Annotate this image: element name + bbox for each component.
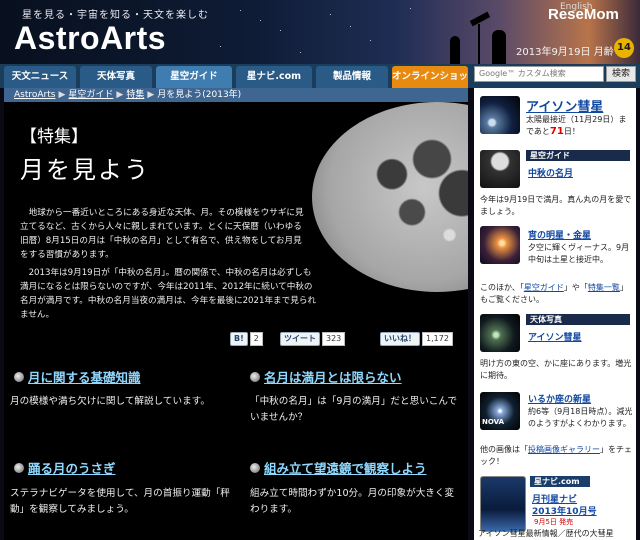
moon-bullet-icon — [250, 463, 260, 473]
search-button[interactable]: 検索 — [606, 66, 636, 82]
site-header: 星を見る・宇宙を知る・天文を楽しむ AstroArts English Rese… — [0, 0, 640, 64]
facebook-like[interactable]: いいね！ 1,172 — [380, 332, 453, 346]
photo-text: 明け方の東の空、かに座にあります。増光に期待。 — [480, 359, 632, 380]
tweet-button[interactable]: ツイート 323 — [280, 332, 346, 346]
full-moon-image — [312, 102, 468, 292]
section-desc-meigetsu: 「中秋の名月」は「9月の満月」だと思いこんでいませんか？ — [250, 396, 458, 423]
search-input[interactable]: Google™ カスタム検索 — [474, 66, 604, 82]
guide-link-meigetsu[interactable]: 中秋の名月 — [528, 166, 573, 179]
tripod-silhouette — [478, 24, 480, 64]
photo-link-ison[interactable]: アイソン彗星 — [528, 330, 582, 343]
venus-link[interactable]: 宵の明星・金星 — [528, 228, 591, 241]
breadcrumb-separator: ▶ — [116, 90, 124, 100]
breadcrumb-current: 月を見よう(2013年) — [157, 90, 242, 100]
hatena-bookmark[interactable]: B! 2 — [230, 332, 263, 346]
breadcrumb-feature[interactable]: 特集 — [126, 90, 144, 100]
comet-image[interactable] — [480, 96, 520, 134]
page-title: 月を見よう — [20, 156, 150, 184]
resemom-watermark: ReseMom — [548, 6, 619, 23]
observer-silhouette-2 — [450, 36, 460, 64]
moon-bullet-icon — [14, 372, 24, 382]
section-desc-basics: 月の模様や満ち欠けに関して解説しています。 — [10, 396, 210, 407]
section-link-meigetsu[interactable]: 名月は満月とは限らない — [264, 367, 402, 386]
sidebar: アイソン彗星 太陽最接近（11月29日）まであと71日！ 星空ガイド 中秋の名月… — [474, 88, 636, 540]
breadcrumb-sky-guide[interactable]: 星空ガイド — [68, 90, 113, 100]
breadcrumb: AstroArts ▶ 星空ガイド ▶ 特集 ▶ 月を見よう(2013年) — [4, 88, 468, 102]
moon-bullet-icon — [14, 463, 24, 473]
section-link-basics[interactable]: 月に関する基礎知識 — [28, 367, 141, 386]
feature-label: 【特集】 — [20, 127, 88, 147]
gallery-note: 他の画像は「投稿画像ギャラリー」をチェック！ — [480, 444, 634, 468]
photo-tag: 天体写真 — [526, 314, 630, 325]
guide-moon-image[interactable] — [480, 150, 520, 188]
section-link-libration[interactable]: 踊る月のうさぎ — [28, 458, 116, 477]
section-desc-telescope: 組み立て時間わずか10分。月の印象が大きく変わります。 — [250, 488, 455, 515]
tab-hoshinavi[interactable]: 星ナビ.com — [236, 66, 312, 88]
hatena-count: 2 — [249, 332, 263, 346]
tab-online-shop[interactable]: オンラインショップ — [392, 66, 468, 104]
feature-list-link[interactable]: 特集一覧 — [588, 283, 620, 292]
moon-bullet-icon — [250, 372, 260, 382]
tab-news[interactable]: 天文ニュース — [4, 66, 76, 88]
intro-paragraph-1: 地球から一番近いところにある身近な天体、月。その模様をウサギに見立てるなど、古く… — [20, 208, 304, 260]
observer-silhouette — [492, 30, 506, 64]
guide-tag: 星空ガイド — [526, 150, 630, 161]
like-count: 1,172 — [422, 332, 453, 346]
ison-comet-link[interactable]: アイソン彗星 — [526, 96, 603, 115]
gallery-link[interactable]: 投稿画像ギャラリー — [528, 445, 600, 454]
nova-text: 約6等（9月18日時点）。減光のようすがよくわかります。 — [528, 407, 633, 428]
more-text-pre: このほか、「 — [480, 283, 524, 292]
guide-text: 今年は9月19日で満月。真ん丸の月を愛でましょう。 — [480, 195, 632, 216]
tab-sky-guide[interactable]: 星空ガイド — [156, 66, 232, 88]
venus-image[interactable] — [480, 226, 520, 264]
nova-image[interactable]: NOVA — [480, 392, 520, 430]
breadcrumb-home[interactable]: AstroArts — [14, 90, 55, 100]
magazine-release: 9月5日 発売 — [534, 518, 574, 526]
nova-label: NOVA — [482, 418, 504, 426]
nova-link[interactable]: いるか座の新星 — [528, 392, 591, 405]
ison-photo-image[interactable] — [480, 314, 520, 352]
intro-paragraph-2: 2013年は9月19日が「中秋の名月」。暦の関係で、中秋の名月は必ずしも満月にな… — [20, 268, 317, 320]
ison-countdown: 太陽最接近（11月29日）まであと71日！ — [526, 114, 634, 138]
section-link-telescope[interactable]: 組み立て望遠鏡で観察しよう — [264, 458, 427, 477]
ison-days: 71 — [549, 126, 564, 137]
section-desc-libration: ステラナビゲータを使用して、月の首振り運動「秤動」を観察してみましょう。 — [10, 488, 230, 515]
hoshinavi-logo[interactable]: 星ナビ.com — [530, 476, 590, 487]
ison-text-post: 日！ — [563, 127, 580, 136]
tab-photos[interactable]: 天体写真 — [80, 66, 152, 88]
site-tagline: 星を見る・宇宙を知る・天文を楽しむ — [22, 10, 209, 21]
magazine-text: アイソン彗星最新情報／歴代の大彗星 — [478, 529, 614, 538]
breadcrumb-separator: ▶ — [58, 90, 66, 100]
tweet-count: 323 — [322, 332, 346, 346]
site-logo[interactable]: AstroArts — [14, 20, 166, 57]
twitter-icon[interactable]: ツイート — [280, 332, 320, 346]
more-links: このほか、「星空ガイド」や「特集一覧」もご覧ください。 — [480, 282, 634, 306]
breadcrumb-separator: ▶ — [147, 90, 155, 100]
moon-age-badge: 14 — [614, 38, 634, 58]
venus-text: 夕空に輝くヴィーナス。9月中旬は土星と接近中。 — [528, 243, 630, 264]
sky-guide-link[interactable]: 星空ガイド — [524, 283, 564, 292]
magazine-cover-image[interactable] — [480, 476, 526, 532]
header-date: 2013年9月19日 月齢 — [516, 47, 614, 58]
hatena-icon[interactable]: B! — [230, 332, 248, 346]
tab-products[interactable]: 製品情報 — [316, 66, 388, 88]
gallery-text-pre: 他の画像は「 — [480, 445, 528, 454]
more-text-mid: 」や「 — [563, 283, 588, 292]
like-icon[interactable]: いいね！ — [380, 332, 420, 346]
main-content: 【特集】 月を見よう 地球から一番近いところにある身近な天体、月。その模様をウサ… — [4, 102, 468, 540]
